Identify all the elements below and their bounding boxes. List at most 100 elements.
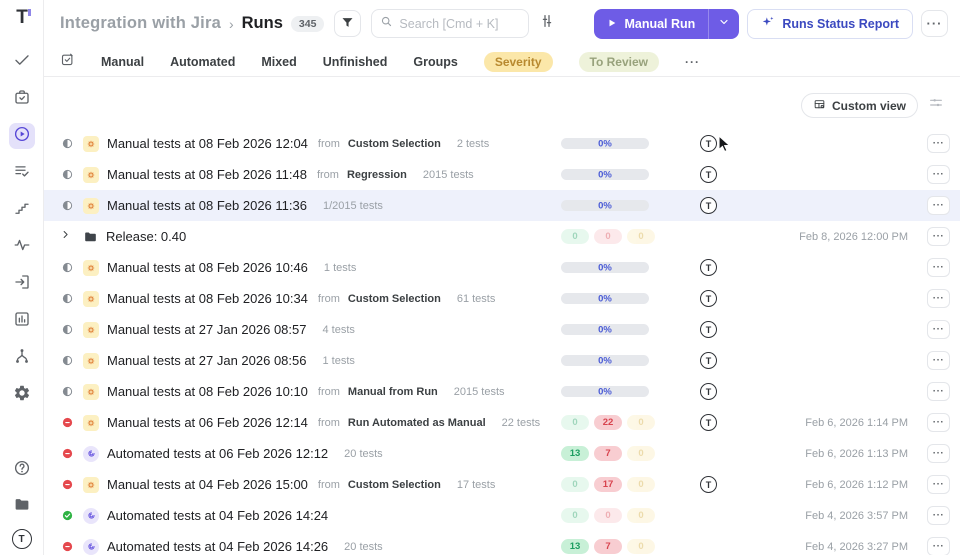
tab-to-review[interactable]: To Review: [578, 51, 659, 72]
row-menu-button[interactable]: ···: [927, 475, 950, 494]
passed-count-badge: 13: [561, 446, 589, 461]
row-menu-button[interactable]: ···: [927, 506, 950, 525]
runs-status-report-button[interactable]: Runs Status Report: [747, 8, 913, 39]
run-title[interactable]: Manual tests at 27 Jan 2026 08:56: [107, 353, 306, 368]
assignee-avatar[interactable]: T: [700, 352, 717, 369]
run-title[interactable]: Manual tests at 08 Feb 2026 11:36: [107, 198, 307, 213]
run-assignee-cell: T: [656, 197, 761, 214]
sidebar-item-check[interactable]: [9, 49, 35, 75]
chevron-right-icon[interactable]: [60, 229, 75, 244]
breadcrumb-project[interactable]: Integration with Jira: [60, 14, 221, 33]
run-title[interactable]: Manual tests at 08 Feb 2026 10:34: [107, 291, 308, 306]
row-menu-button[interactable]: ···: [927, 537, 950, 555]
automated-run-type-icon: [83, 445, 99, 462]
run-menu-cell: ···: [916, 289, 950, 308]
sidebar-item-analytics[interactable]: [9, 308, 35, 334]
tab-groups[interactable]: Groups: [413, 55, 457, 69]
row-menu-button[interactable]: ···: [927, 196, 950, 215]
run-progress-bar: 0%: [561, 200, 649, 211]
sidebar-item-import[interactable]: [9, 271, 35, 297]
run-tests-count: 61 tests: [456, 292, 496, 305]
row-menu-button[interactable]: ···: [927, 134, 950, 153]
header-more-button[interactable]: ···: [921, 10, 948, 37]
search-icon: [380, 15, 393, 33]
run-title[interactable]: Manual tests at 08 Feb 2026 11:48: [107, 167, 307, 182]
tabs-more-button[interactable]: ···: [685, 55, 700, 69]
run-title[interactable]: Manual tests at 06 Feb 2026 12:14: [107, 415, 308, 430]
run-title[interactable]: Manual tests at 08 Feb 2026 10:10: [107, 384, 308, 399]
run-from-label: from: [317, 416, 340, 429]
run-progress-label: 0%: [598, 199, 612, 211]
sidebar-item-branch[interactable]: [9, 345, 35, 371]
run-stats: 0%: [561, 262, 656, 273]
assignee-avatar[interactable]: T: [700, 166, 717, 183]
assignee-avatar[interactable]: T: [700, 414, 717, 431]
custom-view-button[interactable]: Custom view: [800, 93, 918, 118]
run-from-label: from: [317, 478, 340, 491]
sidebar-item-tasks[interactable]: [9, 86, 35, 112]
row-menu-button[interactable]: ···: [927, 320, 950, 339]
manual-run-dropdown[interactable]: [708, 8, 739, 39]
run-from-label: from: [317, 385, 340, 398]
app-root: T T Integration with Jira › Runs 345 Sea…: [0, 0, 960, 555]
run-tests-count: 2015 tests: [422, 168, 474, 181]
assignee-avatar[interactable]: T: [700, 259, 717, 276]
assignee-avatar[interactable]: T: [700, 383, 717, 400]
runs-icon: [13, 125, 31, 148]
run-title[interactable]: Automated tests at 04 Feb 2026 14:26: [107, 539, 328, 554]
sidebar-item-help[interactable]: [9, 457, 35, 483]
assignee-avatar[interactable]: T: [700, 476, 717, 493]
filter-button[interactable]: [334, 10, 362, 37]
sidebar-item-pulse[interactable]: [9, 234, 35, 260]
sidebar-item-projects[interactable]: [9, 493, 35, 519]
user-avatar[interactable]: T: [11, 529, 32, 549]
view-settings-icon[interactable]: [928, 95, 944, 116]
run-tests-count: 1/2015 tests: [322, 199, 383, 212]
tab-automated[interactable]: Automated: [170, 55, 235, 69]
sidebar-item-runs[interactable]: [8, 123, 35, 149]
run-title[interactable]: Manual tests at 08 Feb 2026 10:46: [107, 260, 308, 275]
saved-filters-icon[interactable]: [60, 52, 75, 72]
sidebar-item-test-plans[interactable]: [9, 160, 35, 186]
run-progress-label: 0%: [598, 385, 612, 397]
row-menu-button[interactable]: ···: [927, 413, 950, 432]
run-menu-cell: ···: [916, 196, 950, 215]
row-menu-button[interactable]: ···: [927, 444, 950, 463]
row-menu-button[interactable]: ···: [927, 227, 950, 246]
assignee-avatar[interactable]: T: [700, 197, 717, 214]
run-title[interactable]: Manual tests at 08 Feb 2026 12:04: [107, 136, 308, 151]
sidebar-item-steps[interactable]: [9, 197, 35, 223]
run-title[interactable]: Release: 0.40: [106, 229, 186, 244]
row-menu-button[interactable]: ···: [927, 351, 950, 370]
run-title[interactable]: Automated tests at 06 Feb 2026 12:12: [107, 446, 328, 461]
search-input[interactable]: [399, 16, 510, 31]
run-progress-label: 0%: [598, 137, 612, 149]
manual-run-button[interactable]: Manual Run: [594, 17, 708, 31]
app-logo[interactable]: T: [16, 8, 31, 27]
tab-mixed[interactable]: Mixed: [261, 55, 296, 69]
assignee-avatar[interactable]: T: [700, 290, 717, 307]
run-title[interactable]: Manual tests at 04 Feb 2026 15:00: [107, 477, 308, 492]
run-row: Release: 0.40 0 0 0 Feb 8, 2026 12:00 PM ···: [44, 221, 960, 252]
assignee-avatar[interactable]: T: [700, 321, 717, 338]
search-settings-icon[interactable]: [539, 13, 555, 34]
tab-severity[interactable]: Severity: [483, 51, 553, 72]
search-box[interactable]: [371, 9, 530, 38]
run-title[interactable]: Automated tests at 04 Feb 2026 14:24: [107, 508, 328, 523]
run-from-label: from: [317, 292, 340, 305]
play-icon: [607, 17, 617, 31]
run-title[interactable]: Manual tests at 27 Jan 2026 08:57: [107, 322, 306, 337]
row-menu-button[interactable]: ···: [927, 382, 950, 401]
tab-unfinished[interactable]: Unfinished: [323, 55, 388, 69]
assignee-avatar[interactable]: T: [700, 135, 717, 152]
sidebar-item-settings[interactable]: [9, 382, 35, 408]
run-date: Feb 6, 2026 1:13 PM: [805, 447, 908, 460]
row-menu-button[interactable]: ···: [927, 165, 950, 184]
content-toolbar: Custom view: [44, 77, 960, 128]
main-area: Integration with Jira › Runs 345 Manual: [44, 0, 960, 555]
run-from-label: from: [316, 168, 339, 181]
tab-manual[interactable]: Manual: [101, 55, 144, 69]
row-menu-button[interactable]: ···: [927, 289, 950, 308]
row-menu-button[interactable]: ···: [927, 258, 950, 277]
passed-count-badge: 0: [561, 229, 589, 244]
